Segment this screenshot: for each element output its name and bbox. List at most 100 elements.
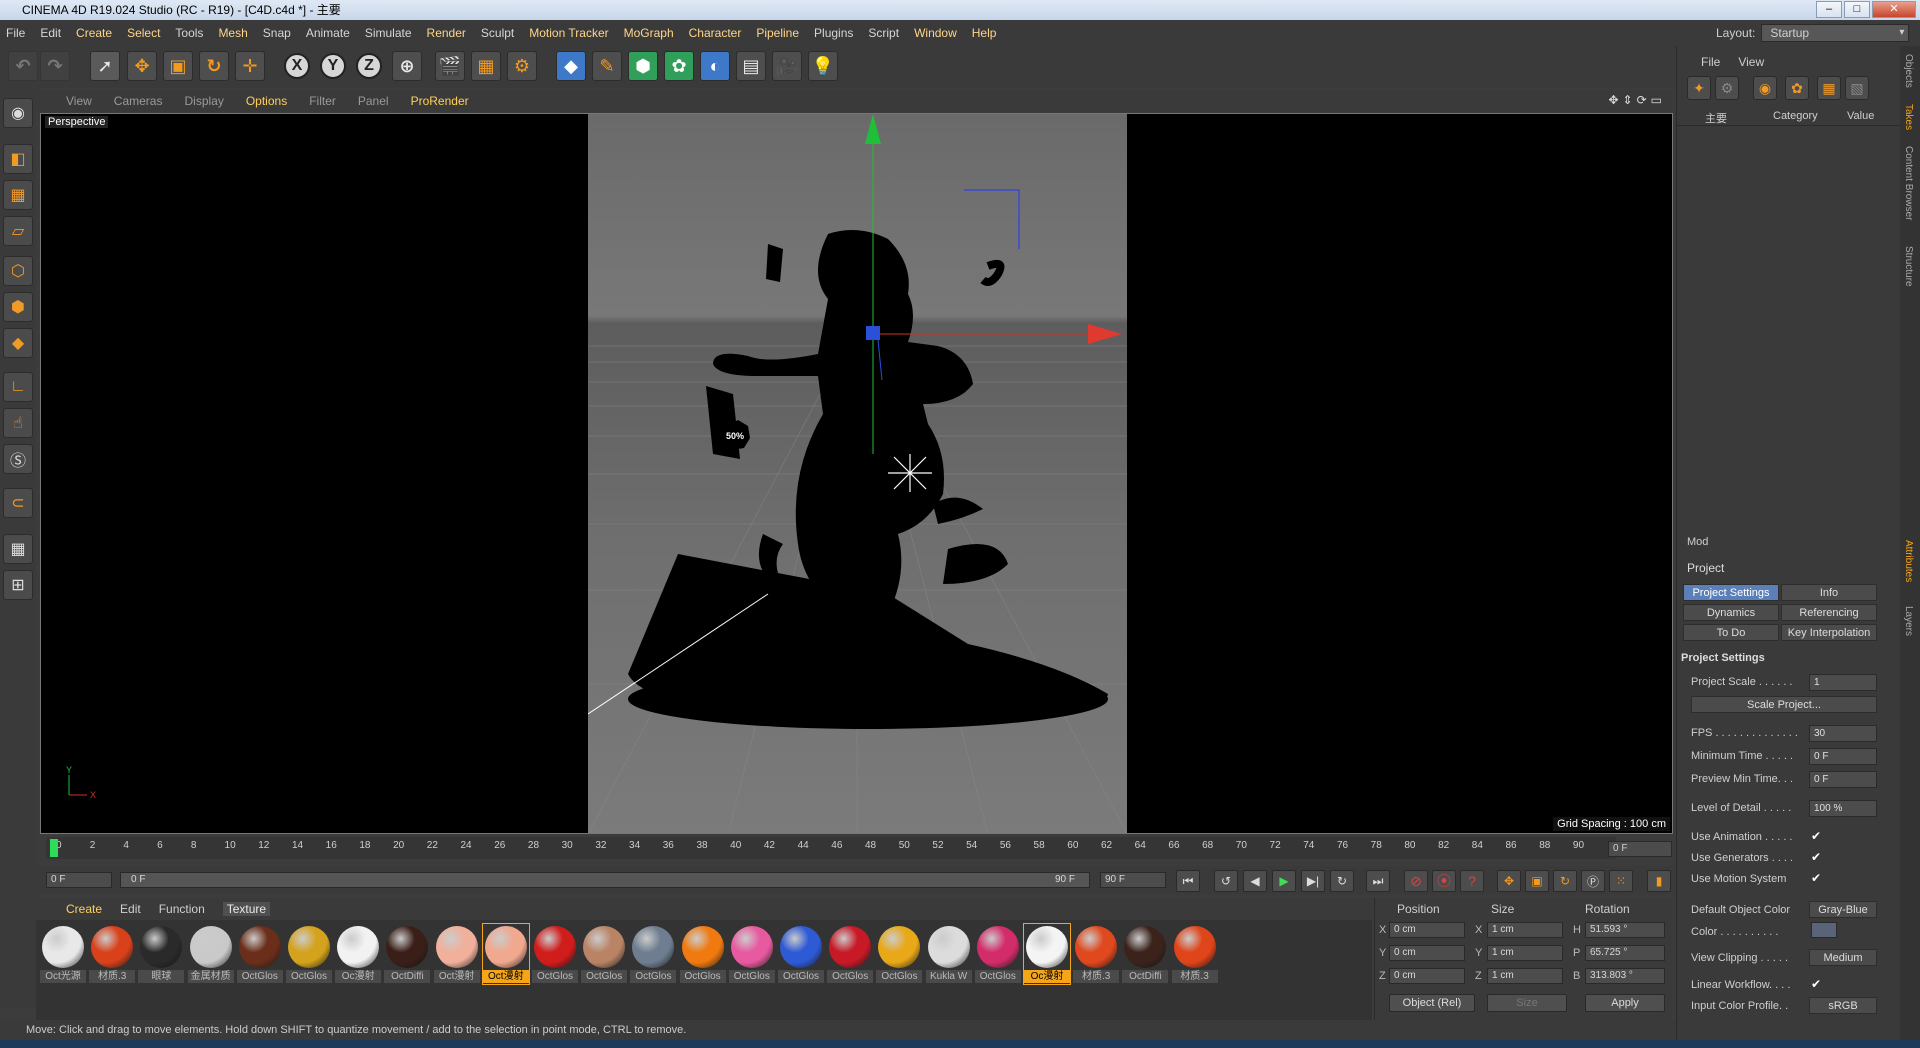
menu-tools[interactable]: Tools bbox=[175, 26, 203, 40]
side-tab-takes[interactable]: Takes bbox=[1903, 104, 1914, 130]
start-frame-field[interactable]: 0 F bbox=[46, 872, 112, 888]
prev-key-icon[interactable]: ↺ bbox=[1214, 870, 1238, 892]
undo-icon[interactable]: ↶ bbox=[8, 51, 38, 81]
side-tab-content-browser[interactable]: Content Browser bbox=[1903, 146, 1914, 220]
next-key-icon[interactable]: ↻ bbox=[1330, 870, 1354, 892]
axis-mode-icon[interactable]: ∟ bbox=[3, 372, 33, 402]
material-swatch[interactable]: Oc漫射 bbox=[335, 924, 382, 984]
material-swatch[interactable]: Oct漫射 bbox=[433, 924, 480, 984]
material-swatch[interactable]: Oct光源 bbox=[40, 924, 86, 984]
material-swatch[interactable]: Kukla W bbox=[925, 924, 972, 984]
vp-menu-filter[interactable]: Filter bbox=[309, 94, 336, 108]
tab-info[interactable]: Info bbox=[1781, 584, 1877, 601]
workplane-lock-icon[interactable]: ▦ bbox=[3, 534, 33, 564]
rot-p-field[interactable]: 65.725 ° bbox=[1585, 945, 1665, 961]
move-tool-icon[interactable]: ✥ bbox=[127, 51, 157, 81]
menu-mograph[interactable]: MoGraph bbox=[624, 26, 674, 40]
fps-field[interactable]: 30 bbox=[1809, 725, 1877, 742]
use-generators-checkbox[interactable]: ✔ bbox=[1811, 850, 1821, 864]
material-swatch[interactable]: 金属材质 bbox=[187, 924, 234, 984]
input-profile-dropdown[interactable]: sRGB bbox=[1809, 997, 1877, 1014]
material-swatch[interactable]: 材质.3 bbox=[1073, 924, 1120, 984]
camera-icon[interactable]: 🎥 bbox=[772, 51, 802, 81]
side-tab-objects[interactable]: Objects bbox=[1903, 54, 1914, 88]
om-col-value[interactable]: Value bbox=[1847, 110, 1874, 122]
color-swatch[interactable] bbox=[1811, 922, 1837, 938]
key-parameter-icon[interactable]: Ⓟ bbox=[1581, 870, 1605, 892]
menu-select[interactable]: Select bbox=[127, 26, 160, 40]
close-button[interactable]: ✕ bbox=[1872, 1, 1916, 18]
pos-z-field[interactable]: 0 cm bbox=[1389, 968, 1465, 984]
menu-render[interactable]: Render bbox=[427, 26, 466, 40]
material-swatch[interactable]: OctGlos bbox=[581, 924, 628, 984]
minimize-button[interactable]: – bbox=[1816, 1, 1842, 18]
om-menu-file[interactable]: File bbox=[1701, 55, 1720, 69]
redo-icon[interactable]: ↷ bbox=[40, 51, 70, 81]
material-swatch[interactable]: OctGlos bbox=[827, 924, 874, 984]
layout-dropdown[interactable]: Startup bbox=[1761, 24, 1910, 42]
material-swatch[interactable]: Oct漫射 bbox=[481, 923, 530, 985]
vp-menu-prorender[interactable]: ProRender bbox=[411, 94, 469, 108]
keyframe-selection-icon[interactable]: ? bbox=[1460, 870, 1484, 892]
pos-x-field[interactable]: 0 cm bbox=[1389, 922, 1465, 938]
floor-icon[interactable]: ▤ bbox=[736, 51, 766, 81]
om-menu-view[interactable]: View bbox=[1738, 55, 1764, 69]
polygons-mode-icon[interactable]: ◆ bbox=[3, 328, 33, 358]
x-axis-lock-icon[interactable]: X bbox=[284, 53, 310, 79]
solo-mode-icon[interactable]: Ⓢ bbox=[3, 444, 33, 474]
vp-menu-display[interactable]: Display bbox=[184, 94, 223, 108]
snap-icon[interactable]: ⊂ bbox=[3, 488, 33, 518]
tweak-mode-icon[interactable]: ☝ bbox=[3, 408, 33, 438]
cube-primitive-icon[interactable]: ◆ bbox=[556, 51, 586, 81]
y-axis-lock-icon[interactable]: Y bbox=[320, 53, 346, 79]
material-swatch[interactable]: OctDiffi bbox=[384, 924, 431, 984]
octane-material-icon[interactable]: ✿ bbox=[1785, 76, 1809, 100]
material-swatch[interactable]: OctDiffi bbox=[1122, 924, 1169, 984]
prev-frame-icon[interactable]: ◀ bbox=[1243, 870, 1267, 892]
material-swatch[interactable]: Oc漫射 bbox=[1023, 923, 1071, 985]
om-col-name[interactable]: 主要 bbox=[1705, 110, 1727, 126]
rot-b-field[interactable]: 313.803 ° bbox=[1585, 968, 1665, 984]
min-time-field[interactable]: 0 F bbox=[1809, 748, 1877, 765]
tab-key-interpolation[interactable]: Key Interpolation bbox=[1781, 624, 1877, 641]
tab-dynamics[interactable]: Dynamics bbox=[1683, 604, 1779, 621]
menu-create[interactable]: Create bbox=[76, 26, 112, 40]
octane-tools-icon[interactable]: ▧ bbox=[1845, 76, 1869, 100]
texture-mode-icon[interactable]: ▦ bbox=[3, 180, 33, 210]
render-settings-icon[interactable]: ⚙ bbox=[507, 51, 537, 81]
attributes-mode-menu[interactable]: Mod bbox=[1687, 536, 1708, 548]
menu-plugins[interactable]: Plugins bbox=[814, 26, 853, 40]
size-mode-dropdown[interactable]: Size bbox=[1487, 994, 1567, 1012]
material-swatch[interactable]: OctGlos bbox=[728, 924, 775, 984]
menu-script[interactable]: Script bbox=[868, 26, 899, 40]
play-icon[interactable]: ▶ bbox=[1272, 870, 1296, 892]
render-view-icon[interactable]: 🎬 bbox=[435, 51, 465, 81]
side-tab-attributes[interactable]: Attributes bbox=[1903, 540, 1914, 582]
octane-camera-icon[interactable]: ◉ bbox=[1753, 76, 1777, 100]
menu-character[interactable]: Character bbox=[689, 26, 742, 40]
material-swatch[interactable]: 眼球 bbox=[138, 924, 185, 984]
size-x-field[interactable]: 1 cm bbox=[1487, 922, 1563, 938]
preview-min-field[interactable]: 0 F bbox=[1809, 771, 1877, 788]
current-frame-field[interactable]: 0 F bbox=[1608, 841, 1672, 857]
workplane-icon[interactable]: ▱ bbox=[3, 216, 33, 246]
vp-menu-panel[interactable]: Panel bbox=[358, 94, 389, 108]
coordinate-system-icon[interactable]: ⊕ bbox=[392, 51, 422, 81]
mat-menu-function[interactable]: Function bbox=[159, 902, 205, 916]
project-scale-field[interactable]: 1 bbox=[1809, 674, 1877, 691]
view-clipping-dropdown[interactable]: Medium bbox=[1809, 949, 1877, 966]
subdivision-icon[interactable]: ⬢ bbox=[628, 51, 658, 81]
rot-h-field[interactable]: 51.593 ° bbox=[1585, 922, 1665, 938]
om-col-category[interactable]: Category bbox=[1773, 110, 1818, 122]
mat-menu-edit[interactable]: Edit bbox=[120, 902, 141, 916]
make-editable-icon[interactable]: ◉ bbox=[3, 98, 33, 128]
scale-tool-icon[interactable]: ▣ bbox=[163, 51, 193, 81]
coordinate-mode-dropdown[interactable]: Object (Rel) bbox=[1389, 994, 1475, 1012]
vp-menu-cameras[interactable]: Cameras bbox=[114, 94, 163, 108]
timeline-ruler[interactable]: 0 2 4 6 8 10 12 14 16 18 20 22 24 26 28 30 32 34 36 38 40 42 4… bbox=[46, 837, 1616, 859]
menu-window[interactable]: Window bbox=[914, 26, 957, 40]
render-picture-viewer-icon[interactable]: ▦ bbox=[471, 51, 501, 81]
key-position-icon[interactable]: ✥ bbox=[1497, 870, 1521, 892]
rotate-tool-icon[interactable]: ↻ bbox=[199, 51, 229, 81]
mat-menu-create[interactable]: Create bbox=[66, 902, 102, 916]
